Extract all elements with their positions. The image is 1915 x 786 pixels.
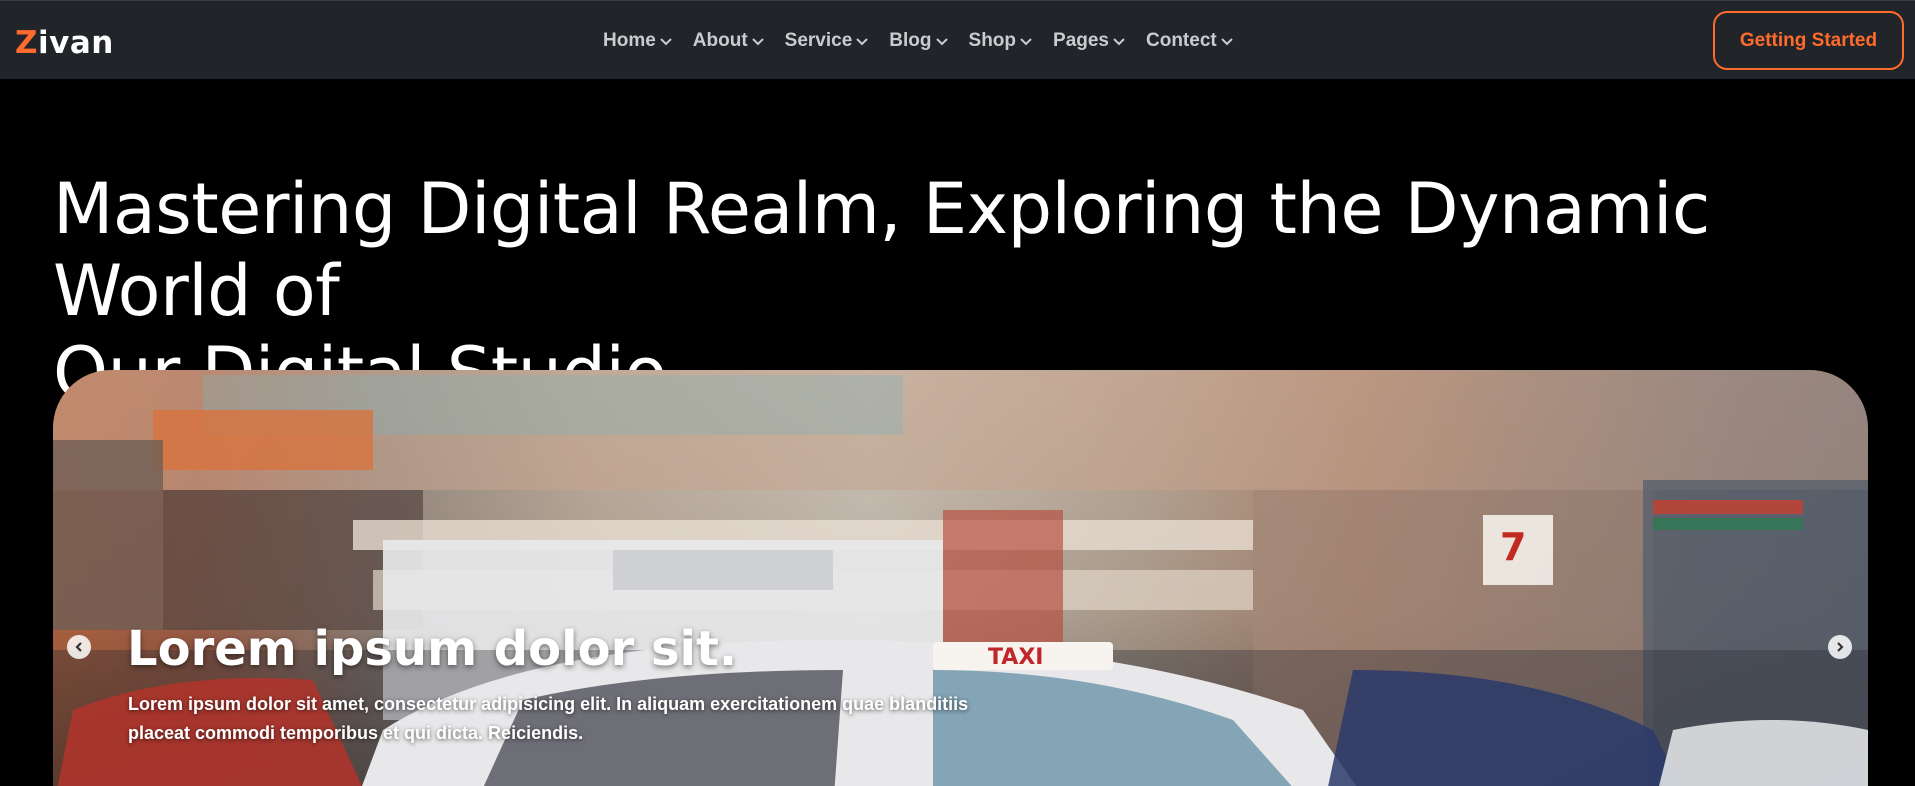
nav-item-pages[interactable]: Pages	[1053, 27, 1126, 55]
slide-text-line-2: placeat commodi temporibus et qui dicta.…	[128, 723, 584, 743]
nav-item-label: Blog	[889, 30, 932, 51]
nav-item-label: Home	[603, 30, 656, 51]
main-nav: Home About Service Blog Shop Pages Conte…	[603, 27, 1254, 55]
chevron-down-icon	[935, 34, 949, 48]
svg-text:TAXI: TAXI	[988, 645, 1043, 670]
nav-item-shop[interactable]: Shop	[969, 27, 1034, 55]
nav-item-label: Pages	[1053, 30, 1109, 51]
chevron-down-icon	[1019, 34, 1033, 48]
hero-image-slider[interactable]: 7 TAXI Lorem ipsum dolor sit. Lorem ipsu…	[53, 370, 1868, 786]
nav-item-label: Contect	[1146, 30, 1217, 51]
slide-text: Lorem ipsum dolor sit amet, consectetur …	[128, 690, 1088, 748]
nav-item-label: About	[692, 30, 748, 51]
chevron-down-icon	[1112, 34, 1126, 48]
svg-text:7: 7	[1500, 525, 1526, 569]
hero-title-line-1: Mastering Digital Realm, Exploring the D…	[53, 168, 1710, 332]
slider-prev-button[interactable]	[67, 635, 91, 659]
nav-item-label: Shop	[968, 30, 1017, 51]
nav-item-contect[interactable]: Contect	[1146, 27, 1234, 55]
logo-text: ivan	[37, 25, 114, 61]
site-header: Zivan Home About Service Blog Shop Pages…	[0, 0, 1915, 79]
slide-heading: Lorem ipsum dolor sit.	[127, 621, 738, 677]
chevron-right-icon	[1834, 638, 1846, 657]
chevron-down-icon	[659, 34, 673, 48]
logo-accent-letter: Z	[15, 25, 38, 61]
chevron-left-icon	[73, 638, 85, 657]
chevron-down-icon	[855, 34, 869, 48]
nav-item-about[interactable]: About	[693, 27, 765, 55]
nav-item-blog[interactable]: Blog	[889, 27, 948, 55]
chevron-down-icon	[1220, 34, 1234, 48]
nav-item-home[interactable]: Home	[603, 27, 673, 55]
brand-logo[interactable]: Zivan	[15, 25, 114, 61]
chevron-down-icon	[751, 34, 765, 48]
nav-item-label: Service	[784, 30, 853, 51]
slide-text-line-1: Lorem ipsum dolor sit amet, consectetur …	[128, 694, 969, 714]
nav-item-service[interactable]: Service	[785, 27, 870, 55]
slider-next-button[interactable]	[1828, 635, 1852, 659]
getting-started-button[interactable]: Getting Started	[1713, 11, 1904, 70]
